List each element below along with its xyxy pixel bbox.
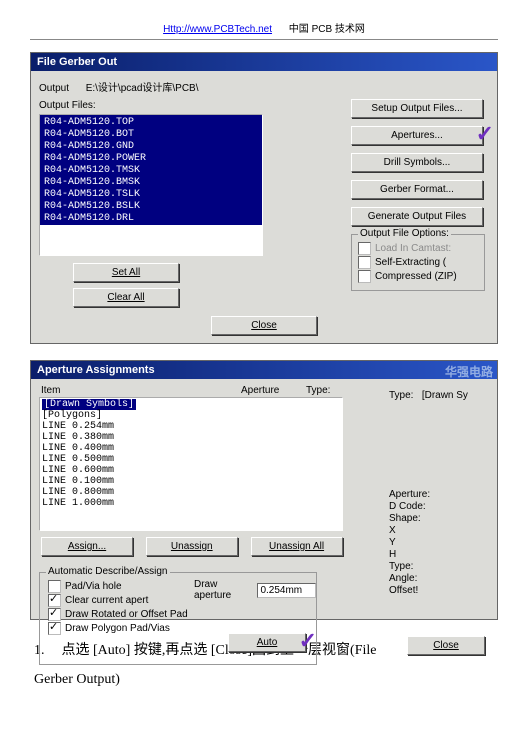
list-item[interactable]: LINE 1.000mm: [42, 498, 340, 509]
aperture-titlebar: Aperture Assignments 华强电路: [31, 361, 497, 379]
auto-label: Auto: [257, 637, 278, 648]
assign-button[interactable]: Assign...: [41, 537, 133, 556]
output-label: Output: [39, 83, 69, 94]
zip-label: Compressed (ZIP): [375, 271, 457, 282]
x-field: X: [389, 525, 489, 536]
list-item[interactable]: LINE 0.380mm: [42, 432, 340, 443]
draw-polygon-checkbox[interactable]: [48, 622, 61, 635]
file-item[interactable]: R04-ADM5120.BOT: [44, 129, 258, 141]
watermark: 华强电路: [445, 363, 493, 380]
draw-aperture-input[interactable]: 0.254mm: [257, 583, 316, 598]
file-item[interactable]: R04-ADM5120.GND: [44, 141, 258, 153]
aperture-close-button[interactable]: Close: [407, 636, 485, 655]
drill-symbols-button[interactable]: Drill Symbols...: [351, 153, 483, 172]
header-link[interactable]: Http://www.PCBTech.net: [163, 24, 272, 35]
check-icon: ✓: [299, 630, 317, 652]
file-item[interactable]: R04-ADM5120.DRL: [44, 213, 258, 225]
draw-aperture-label: Draw aperture: [194, 579, 253, 601]
type-field: Type: [Drawn Sy: [389, 390, 489, 401]
gerber-close-button[interactable]: Close: [211, 316, 317, 335]
check-icon: ✓: [476, 123, 494, 145]
file-item[interactable]: R04-ADM5120.TMSK: [44, 165, 258, 177]
list-item[interactable]: LINE 0.500mm: [42, 454, 340, 465]
list-item[interactable]: [Drawn Symbols]: [42, 399, 136, 410]
list-item[interactable]: [Polygons]: [42, 410, 340, 421]
draw-rotated-label: Draw Rotated or Offset Pad: [65, 609, 188, 620]
header-cn-text: 中国 PCB 技术网: [289, 24, 365, 35]
output-options-group: Output File Options: Load In Camtast: Se…: [351, 234, 485, 291]
setup-output-button[interactable]: Setup Output Files...: [351, 99, 483, 118]
list-item[interactable]: LINE 0.100mm: [42, 476, 340, 487]
aperture-section: Aperture:: [389, 489, 489, 500]
file-item[interactable]: R04-ADM5120.BSLK: [44, 201, 258, 213]
set-all-button[interactable]: Set All: [73, 263, 179, 282]
gerber-titlebar: File Gerber Out: [31, 53, 497, 71]
file-item[interactable]: R04-ADM5120.BMSK: [44, 177, 258, 189]
list-item[interactable]: LINE 0.400mm: [42, 443, 340, 454]
auto-button[interactable]: Auto ✓: [228, 633, 306, 652]
file-item[interactable]: R04-ADM5120.TSLK: [44, 189, 258, 201]
clear-all-button[interactable]: Clear All: [73, 288, 179, 307]
aperture-list[interactable]: [Drawn Symbols] [Polygons] LINE 0.254mm …: [39, 397, 343, 531]
list-item[interactable]: LINE 0.254mm: [42, 421, 340, 432]
aperture-dialog: Aperture Assignments 华强电路 Item Aperture …: [30, 360, 498, 620]
header-divider: [30, 39, 498, 40]
col-item-header: Item: [41, 385, 241, 396]
output-files-list[interactable]: R04-ADM5120.TOP R04-ADM5120.BOT R04-ADM5…: [39, 114, 263, 256]
gerber-format-button[interactable]: Gerber Format...: [351, 180, 483, 199]
apertures-label: Apertures...: [391, 130, 443, 141]
dcode-field: D Code:: [389, 501, 489, 512]
angle-field: Angle:: [389, 573, 489, 584]
shape-field: Shape:: [389, 513, 489, 524]
load-camtast-checkbox: [358, 242, 371, 255]
zip-checkbox[interactable]: [358, 270, 371, 283]
load-camtast-label: Load In Camtast:: [375, 243, 451, 254]
clear-apert-label: Clear current apert: [65, 595, 148, 606]
gerber-out-dialog: File Gerber Out Output E:\设计\pcad设计库\PCB…: [30, 52, 498, 344]
col-type-header: Type:: [306, 385, 330, 396]
unassign-all-button[interactable]: Unassign All: [251, 537, 343, 556]
output-path: E:\设计\pcad设计库\PCB\: [86, 83, 199, 94]
pad-via-label: Pad/Via hole: [65, 581, 122, 592]
options-legend: Output File Options:: [358, 228, 451, 239]
h-field: H: [389, 549, 489, 560]
generate-output-button[interactable]: Generate Output Files: [351, 207, 483, 226]
y-field: Y: [389, 537, 489, 548]
self-extract-checkbox[interactable]: [358, 256, 371, 269]
apertures-button[interactable]: Apertures... ✓: [351, 126, 483, 145]
list-item[interactable]: LINE 0.600mm: [42, 465, 340, 476]
aperture-title: Aperture Assignments: [37, 364, 155, 376]
file-item[interactable]: R04-ADM5120.TOP: [44, 117, 258, 129]
col-aperture-header: Aperture: [241, 385, 306, 396]
draw-polygon-label: Draw Polygon Pad/Vias: [65, 623, 170, 634]
self-extract-label: Self-Extracting (: [375, 257, 446, 268]
list-item[interactable]: LINE 0.800mm: [42, 487, 340, 498]
auto-describe-group: Automatic Describe/Assign Pad/Via hole C…: [39, 572, 317, 665]
ada-legend: Automatic Describe/Assign: [46, 566, 170, 577]
type2-field: Type:: [389, 561, 489, 572]
unassign-button[interactable]: Unassign: [146, 537, 238, 556]
offset-field: Offset!: [389, 585, 489, 596]
file-item[interactable]: R04-ADM5120.POWER: [44, 153, 258, 165]
